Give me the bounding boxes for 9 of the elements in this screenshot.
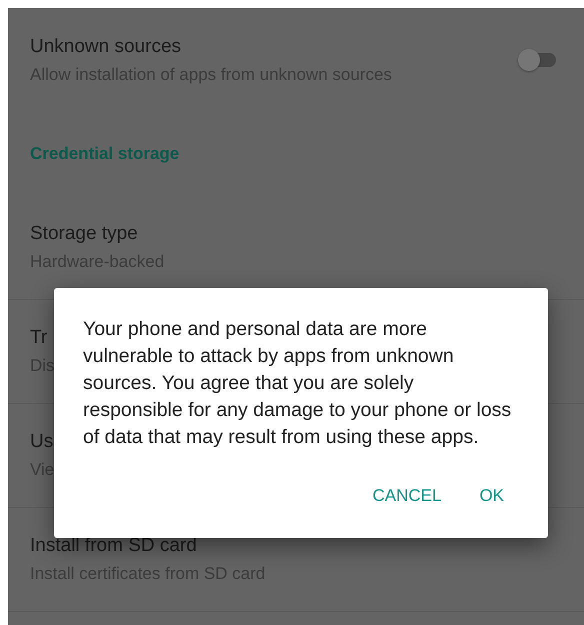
setting-title[interactable]: Storage type xyxy=(30,221,164,247)
dialog-message: Your phone and personal data are more vulnerable to attack by apps from unknown sources. You agree that you are solely responsible for any damage to your phone or loss of data that may result from using these apps. xyxy=(83,317,512,450)
setting-title[interactable]: Tr xyxy=(30,325,55,351)
toggle-switch[interactable] xyxy=(518,47,558,73)
section-header: Credential storage xyxy=(30,143,180,166)
setting-title[interactable]: Unknown sources xyxy=(30,34,392,60)
dialog-button[interactable]: CANCEL xyxy=(364,477,450,514)
dialog-button[interactable]: OK xyxy=(471,477,512,514)
setting-title[interactable]: Us xyxy=(30,429,54,455)
